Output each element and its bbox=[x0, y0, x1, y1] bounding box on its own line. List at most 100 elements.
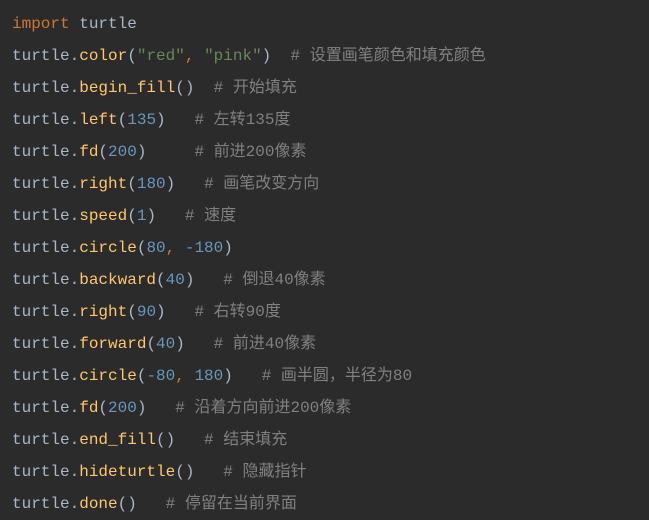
token-paren: () bbox=[118, 495, 137, 513]
token-number: 200 bbox=[108, 143, 137, 161]
token-paren: ( bbox=[137, 239, 147, 257]
token-function: left bbox=[79, 111, 117, 129]
token-keyword: import bbox=[12, 15, 70, 33]
token-paren: ) bbox=[223, 367, 233, 385]
token-paren: ) bbox=[185, 271, 195, 289]
token-plain bbox=[175, 175, 204, 193]
token-plain bbox=[137, 495, 166, 513]
code-line-14: turtle.end_fill() # 结束填充 bbox=[12, 424, 637, 456]
code-block: import turtleturtle.color("red", "pink")… bbox=[12, 8, 637, 520]
token-module: turtle bbox=[79, 15, 137, 33]
token-number: 200 bbox=[108, 399, 137, 417]
token-comma: , bbox=[185, 47, 204, 65]
code-line-16: turtle.done() # 停留在当前界面 bbox=[12, 488, 637, 520]
token-number: 180 bbox=[194, 367, 223, 385]
token-plain bbox=[233, 367, 262, 385]
token-module: turtle bbox=[12, 207, 70, 225]
token-dot: . bbox=[70, 495, 80, 513]
token-paren: ( bbox=[146, 335, 156, 353]
token-number: 180 bbox=[137, 175, 166, 193]
token-number: -80 bbox=[146, 367, 175, 385]
token-number: 80 bbox=[146, 239, 165, 257]
token-number: 40 bbox=[166, 271, 185, 289]
token-comment: # 停留在当前界面 bbox=[166, 495, 297, 513]
token-function: color bbox=[79, 47, 127, 65]
token-dot: . bbox=[70, 175, 80, 193]
token-paren: () bbox=[175, 79, 194, 97]
token-comment: # 画笔改变方向 bbox=[204, 175, 319, 193]
token-number: -180 bbox=[185, 239, 223, 257]
token-module: turtle bbox=[12, 143, 70, 161]
token-dot: . bbox=[70, 47, 80, 65]
token-module: turtle bbox=[12, 271, 70, 289]
token-dot: . bbox=[70, 335, 80, 353]
token-module: turtle bbox=[12, 79, 70, 97]
token-function: fd bbox=[79, 143, 98, 161]
token-function: end_fill bbox=[79, 431, 156, 449]
token-paren: ) bbox=[156, 303, 166, 321]
token-paren: ) bbox=[175, 335, 185, 353]
token-paren: ( bbox=[98, 399, 108, 417]
token-comment: # 隐藏指针 bbox=[223, 463, 306, 481]
token-module: turtle bbox=[12, 175, 70, 193]
token-number: 90 bbox=[137, 303, 156, 321]
token-paren: ) bbox=[156, 111, 166, 129]
token-plain bbox=[146, 399, 175, 417]
token-comment: # 画半圆，半径为80 bbox=[262, 367, 412, 385]
token-comment: # 前进40像素 bbox=[214, 335, 316, 353]
token-string: "pink" bbox=[204, 47, 262, 65]
token-comment: # 设置画笔颜色和填充颜色 bbox=[290, 47, 485, 65]
token-plain bbox=[156, 207, 185, 225]
token-function: right bbox=[79, 175, 127, 193]
token-function: speed bbox=[79, 207, 127, 225]
token-dot: . bbox=[70, 79, 80, 97]
token-comma: , bbox=[166, 239, 185, 257]
token-paren: ) bbox=[137, 143, 147, 161]
token-number: 135 bbox=[127, 111, 156, 129]
token-plain bbox=[194, 463, 223, 481]
token-module: turtle bbox=[12, 239, 70, 257]
token-dot: . bbox=[70, 463, 80, 481]
code-line-11: turtle.forward(40) # 前进40像素 bbox=[12, 328, 637, 360]
token-plain bbox=[70, 15, 80, 33]
token-paren: ) bbox=[146, 207, 156, 225]
token-dot: . bbox=[70, 239, 80, 257]
code-line-13: turtle.fd(200) # 沿着方向前进200像素 bbox=[12, 392, 637, 424]
token-function: right bbox=[79, 303, 127, 321]
token-module: turtle bbox=[12, 111, 70, 129]
token-paren: ( bbox=[127, 47, 137, 65]
token-module: turtle bbox=[12, 399, 70, 417]
token-dot: . bbox=[70, 399, 80, 417]
token-module: turtle bbox=[12, 47, 70, 65]
token-paren: ) bbox=[262, 47, 272, 65]
token-dot: . bbox=[70, 207, 80, 225]
token-paren: ) bbox=[223, 239, 233, 257]
token-comment: # 开始填充 bbox=[214, 79, 297, 97]
code-line-9: turtle.backward(40) # 倒退40像素 bbox=[12, 264, 637, 296]
token-module: turtle bbox=[12, 431, 70, 449]
token-number: 40 bbox=[156, 335, 175, 353]
token-plain bbox=[146, 143, 194, 161]
token-function: done bbox=[79, 495, 117, 513]
token-dot: . bbox=[70, 271, 80, 289]
token-dot: . bbox=[70, 431, 80, 449]
token-comment: # 速度 bbox=[185, 207, 236, 225]
code-line-5: turtle.fd(200) # 前进200像素 bbox=[12, 136, 637, 168]
code-line-12: turtle.circle(-80, 180) # 画半圆，半径为80 bbox=[12, 360, 637, 392]
token-paren: ( bbox=[127, 175, 137, 193]
token-function: circle bbox=[79, 239, 137, 257]
token-function: hideturtle bbox=[79, 463, 175, 481]
token-dot: . bbox=[70, 143, 80, 161]
token-paren: ( bbox=[127, 303, 137, 321]
token-plain bbox=[175, 431, 204, 449]
token-module: turtle bbox=[12, 495, 70, 513]
token-paren: ( bbox=[137, 367, 147, 385]
token-plain bbox=[166, 303, 195, 321]
token-plain bbox=[271, 47, 290, 65]
token-plain bbox=[194, 271, 223, 289]
code-line-6: turtle.right(180) # 画笔改变方向 bbox=[12, 168, 637, 200]
code-line-7: turtle.speed(1) # 速度 bbox=[12, 200, 637, 232]
token-function: fd bbox=[79, 399, 98, 417]
code-line-10: turtle.right(90) # 右转90度 bbox=[12, 296, 637, 328]
token-dot: . bbox=[70, 367, 80, 385]
